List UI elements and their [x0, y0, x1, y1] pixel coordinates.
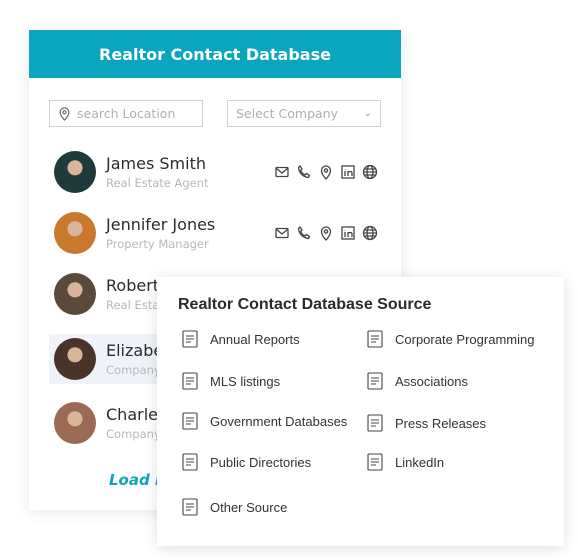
website-icon[interactable] [362, 164, 378, 180]
source-label: Public Directories [210, 454, 312, 470]
email-icon[interactable] [274, 225, 290, 241]
location-pin-icon [59, 106, 70, 121]
mls-listings-icon [182, 372, 198, 390]
source-item: LinkedIn [365, 452, 444, 472]
source-item: Other Source [180, 497, 287, 517]
other-source-icon [182, 498, 198, 516]
source-label: Annual Reports [210, 331, 300, 347]
source-item: Annual Reports [180, 329, 300, 349]
website-icon[interactable] [362, 225, 378, 241]
contact-name: Jennifer Jones [106, 215, 216, 234]
chevron-down-icon: ⌄ [363, 108, 372, 119]
phone-icon[interactable] [296, 225, 312, 241]
contact-actions [274, 225, 378, 241]
source-label: Other Source [210, 499, 288, 515]
card-title: Realtor Contact Database [29, 30, 401, 78]
avatar [54, 273, 96, 315]
select-company-dropdown[interactable]: Select Company ⌄ [227, 100, 381, 127]
avatar [54, 338, 96, 380]
source-label: Government Databases [210, 413, 348, 429]
source-popup: Realtor Contact Database Source Annual R… [157, 277, 564, 546]
source-item: Press Releases [365, 413, 486, 433]
contact-row[interactable]: Jennifer Jones Property Manager [49, 208, 379, 258]
avatar [54, 402, 96, 444]
public-directory-icon [182, 453, 198, 471]
source-item: Government Databases [180, 411, 347, 431]
search-placeholder: search Location [77, 106, 176, 121]
location-icon[interactable] [318, 225, 334, 241]
linkedin-icon[interactable] [340, 225, 356, 241]
annual-report-icon [182, 330, 198, 348]
avatar [54, 151, 96, 193]
source-item: Public Directories [180, 452, 311, 472]
source-label: Associations [395, 373, 468, 389]
linkedin-icon[interactable] [340, 164, 356, 180]
associations-icon [367, 372, 383, 390]
contact-row[interactable]: James Smith Real Estate Agent [49, 147, 379, 197]
source-item: MLS listings [180, 371, 280, 391]
corporate-programming-icon [367, 330, 383, 348]
source-label: Corporate Programming [395, 331, 535, 347]
linkedin-icon [367, 453, 383, 471]
source-label: LinkedIn [395, 454, 445, 470]
search-location-input[interactable]: search Location [49, 100, 203, 127]
source-item: Corporate Programming [365, 329, 534, 349]
contact-actions [274, 164, 378, 180]
phone-icon[interactable] [296, 164, 312, 180]
source-label: Press Releases [395, 415, 487, 431]
location-icon[interactable] [318, 164, 334, 180]
contact-role: Property Manager [106, 237, 209, 251]
email-icon[interactable] [274, 164, 290, 180]
government-database-icon [182, 412, 198, 430]
source-item: Associations [365, 371, 468, 391]
popup-title: Realtor Contact Database Source [178, 296, 432, 313]
contact-role: Real Estate Agent [106, 176, 209, 190]
press-release-icon [367, 414, 383, 432]
contact-name: James Smith [106, 154, 206, 173]
avatar [54, 212, 96, 254]
company-placeholder: Select Company [236, 106, 339, 121]
source-label: MLS listings [210, 373, 281, 389]
